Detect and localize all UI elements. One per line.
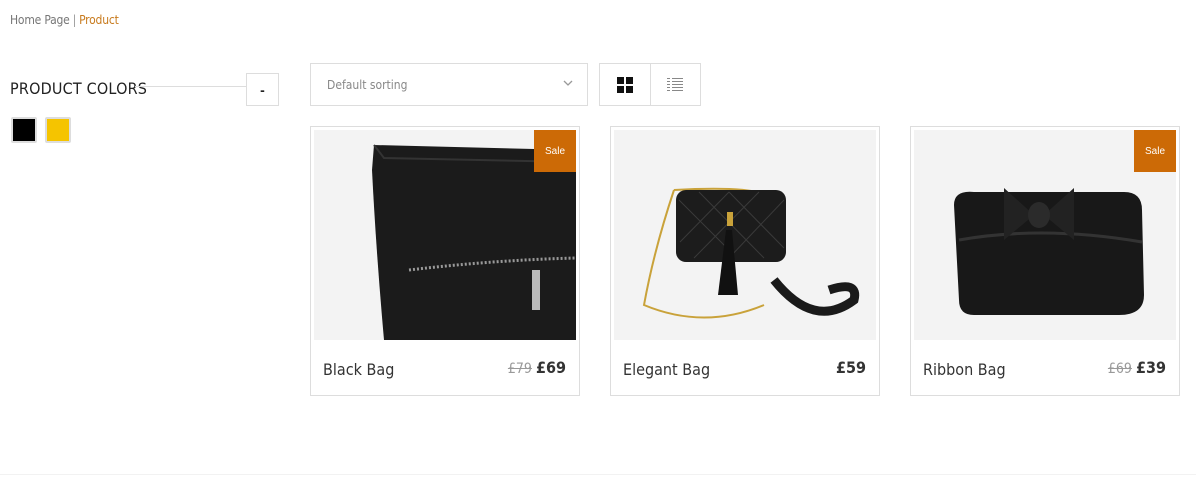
chevron-down-icon: [563, 80, 573, 86]
breadcrumb-current: Product: [79, 13, 119, 27]
product-old-price: £69: [1107, 361, 1132, 377]
list-view-button[interactable]: [649, 64, 701, 105]
view-toggle: [599, 63, 701, 106]
product-price: £79 £69: [508, 358, 566, 377]
breadcrumb: Home Page | Product: [10, 13, 119, 27]
color-swatch-black[interactable]: [11, 117, 37, 143]
product-name[interactable]: Elegant Bag: [623, 360, 710, 379]
product-card[interactable]: Sale Ribbon Bag £69 £39: [910, 126, 1180, 396]
list-view-icon: [667, 77, 684, 91]
grid-view-button[interactable]: [600, 64, 650, 105]
product-old-price: £79: [507, 361, 532, 377]
sort-select-value: Default sorting: [327, 77, 408, 92]
product-card[interactable]: Sale Black Bag £79 £69: [310, 126, 580, 396]
sale-badge: Sale: [1134, 130, 1176, 172]
product-price: £59: [836, 358, 866, 377]
sort-select[interactable]: Default sorting: [310, 63, 588, 106]
footer-divider: [0, 474, 1196, 475]
product-name[interactable]: Black Bag: [323, 360, 394, 379]
product-colors-title: PRODUCT COLORS: [10, 79, 148, 98]
product-name[interactable]: Ribbon Bag: [923, 360, 1006, 379]
grid-view-icon: [616, 76, 633, 93]
sidebar-divider: [135, 86, 246, 87]
breadcrumb-home-link[interactable]: Home Page: [10, 13, 70, 27]
product-current-price: £69: [535, 358, 566, 377]
product-current-price: £39: [1135, 358, 1166, 377]
product-current-price: £59: [835, 358, 866, 377]
product-card[interactable]: Elegant Bag £59: [610, 126, 880, 396]
sale-badge: Sale: [534, 130, 576, 172]
product-price: £69 £39: [1108, 358, 1166, 377]
collapse-colors-button[interactable]: -: [246, 73, 279, 106]
color-swatch-yellow[interactable]: [45, 117, 71, 143]
breadcrumb-separator: |: [72, 13, 77, 27]
product-image[interactable]: [614, 130, 876, 340]
